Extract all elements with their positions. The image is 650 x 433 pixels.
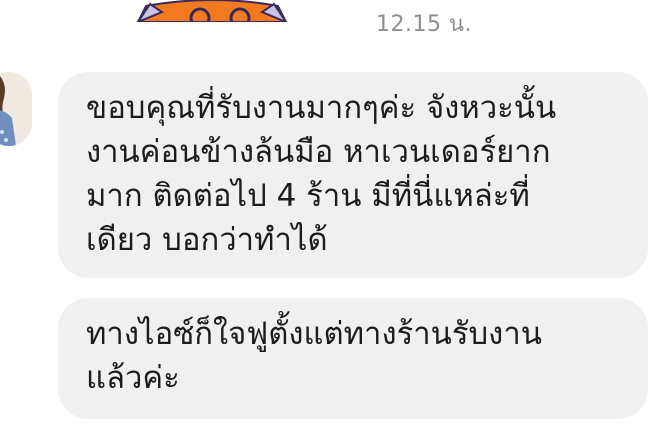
message-text-line: มาก ติดต่อไป 4 ร้าน มีที่นี่แหล่ะที่	[86, 178, 530, 214]
message-timestamp: 12.15 น.	[376, 12, 473, 37]
message-text-line: เดียว บอกว่าทำได้	[86, 222, 328, 258]
cartoon-sticker-icon[interactable]	[132, 0, 292, 22]
message-text-line: ขอบคุณที่รับงานมากๆค่ะ จังหวะนั้น	[86, 90, 557, 126]
message-text-line: แล้วค่ะ	[86, 360, 180, 396]
message-bubble[interactable]: ทางไอซ์ก็ใจฟูตั้งแต่ทางร้านรับงาน แล้วค่…	[58, 298, 648, 419]
message-text-line: งานค่อนข้างล้นมือ หาเวนเดอร์ยาก	[86, 134, 551, 170]
message-text-line: ทางไอซ์ก็ใจฟูตั้งแต่ทางร้านรับงาน	[86, 316, 542, 352]
message-bubble[interactable]: ขอบคุณที่รับงานมากๆค่ะ จังหวะนั้น งานค่อ…	[58, 72, 648, 278]
contact-avatar[interactable]	[0, 72, 32, 146]
